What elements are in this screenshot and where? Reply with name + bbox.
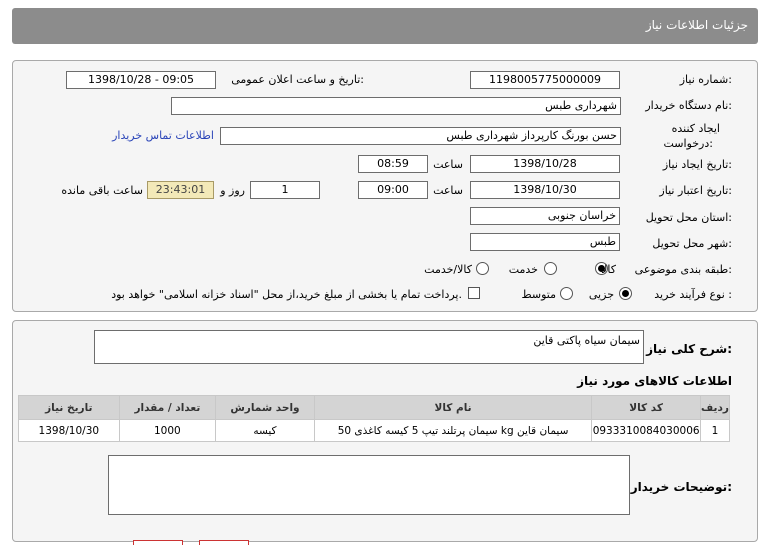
goods-table: تاریخ نیاز تعداد / مقدار واحد شمارش نام … <box>18 395 731 442</box>
cell-row-number: 1 <box>699 419 731 442</box>
remaining-time-label: ساعت باقی مانده <box>61 184 143 197</box>
days-label: روز و <box>220 184 245 197</box>
city-field[interactable]: طبس <box>470 233 620 251</box>
goods-table-header: تاریخ نیاز تعداد / مقدار واحد شمارش نام … <box>18 395 731 420</box>
process-minor-radio[interactable] <box>619 287 632 300</box>
category-service-radio[interactable] <box>544 262 557 275</box>
cell-goods-code: 0933310084030006 <box>591 419 701 442</box>
buyer-org-field[interactable]: شهرداری طبس <box>171 97 621 115</box>
category-service-label: خدمت <box>508 263 538 276</box>
description-label: شرح کلی نیاز: <box>646 342 732 356</box>
validity-time-label: ساعت <box>433 184 463 197</box>
category-goods-label: کالا <box>601 263 616 276</box>
buyer-notes-label: توضیحات خریدار: <box>630 480 732 494</box>
col-goods-code: کد کالا <box>591 395 701 420</box>
created-date-field[interactable]: 1398/10/28 <box>470 155 620 173</box>
process-minor-label: جزیی <box>588 288 614 301</box>
cell-quantity: 1000 <box>118 419 217 442</box>
category-goods-service-label: کالا/خدمت <box>424 263 472 276</box>
need-number-field[interactable]: 1198005775000009 <box>470 71 620 89</box>
goods-section-title: اطلاعات کالاهای مورد نیاز <box>577 374 732 388</box>
col-need-date: تاریخ نیاز <box>18 395 120 420</box>
validity-date-field[interactable]: 1398/10/30 <box>470 181 620 199</box>
announce-date-field[interactable]: 1398/10/28 - 09:05 <box>66 71 216 89</box>
cell-need-date: 1398/10/30 <box>18 419 120 442</box>
process-type-label: نوع فرآیند خرید : <box>654 288 732 301</box>
process-medium-label: متوسط <box>521 288 556 301</box>
category-goods-service-radio[interactable] <box>476 262 489 275</box>
need-number-label: شماره نیاز: <box>679 73 732 86</box>
col-unit: واحد شمارش <box>215 395 315 420</box>
col-quantity: تعداد / مقدار <box>118 395 217 420</box>
created-time-field[interactable]: 08:59 <box>358 155 428 173</box>
cell-goods-name: سیمان پرتلند تیپ 5 کیسه کاغذی 50 kg سیما… <box>313 419 593 442</box>
created-date-label: تاریخ ایجاد نیاز: <box>662 158 732 171</box>
treasury-payment-note: پرداخت تمام یا بخشی از مبلغ خرید،از محل … <box>111 288 462 301</box>
created-time-label: ساعت <box>433 158 463 171</box>
treasury-payment-checkbox[interactable] <box>468 287 480 299</box>
province-field[interactable]: خراسان جنوبی <box>470 207 620 225</box>
footer-button-2[interactable] <box>199 540 249 545</box>
page-title: جزئیات اطلاعات نیاز <box>645 18 748 32</box>
requester-label-line1: ایجاد کننده <box>671 122 720 135</box>
city-label: شهر محل تحویل: <box>652 237 732 250</box>
buyer-notes-field[interactable] <box>108 455 630 515</box>
table-row[interactable]: 1398/10/30 1000 کیسه سیمان پرتلند تیپ 5 … <box>18 419 731 442</box>
process-medium-radio[interactable] <box>560 287 573 300</box>
remaining-time-field: 23:43:01 <box>147 181 214 199</box>
buyer-org-label: نام دستگاه خریدار: <box>645 99 732 112</box>
validity-date-label: تاریخ اعتبار نیاز: <box>659 184 732 197</box>
cell-unit: کیسه <box>215 419 315 442</box>
footer-button-1[interactable] <box>133 540 183 545</box>
col-goods-name: نام کالا <box>313 395 593 420</box>
page-header: جزئیات اطلاعات نیاز <box>12 8 758 44</box>
requester-label-line2: درخواست: <box>663 137 714 150</box>
announce-date-label: تاریخ و ساعت اعلان عمومی: <box>231 73 364 86</box>
requester-field[interactable]: حسن بورنگ کارپرداز شهرداری طبس <box>220 127 621 145</box>
buyer-contact-link[interactable]: اطلاعات تماس خریدار <box>112 129 214 142</box>
description-field[interactable]: سیمان سیاه پاکتی قاین <box>94 330 644 364</box>
remaining-days-field[interactable]: 1 <box>250 181 320 199</box>
province-label: استان محل تحویل: <box>645 211 732 224</box>
validity-time-field[interactable]: 09:00 <box>358 181 428 199</box>
col-row-number: ردیف <box>699 395 731 420</box>
category-label: طبقه بندی موضوعی: <box>634 263 732 276</box>
